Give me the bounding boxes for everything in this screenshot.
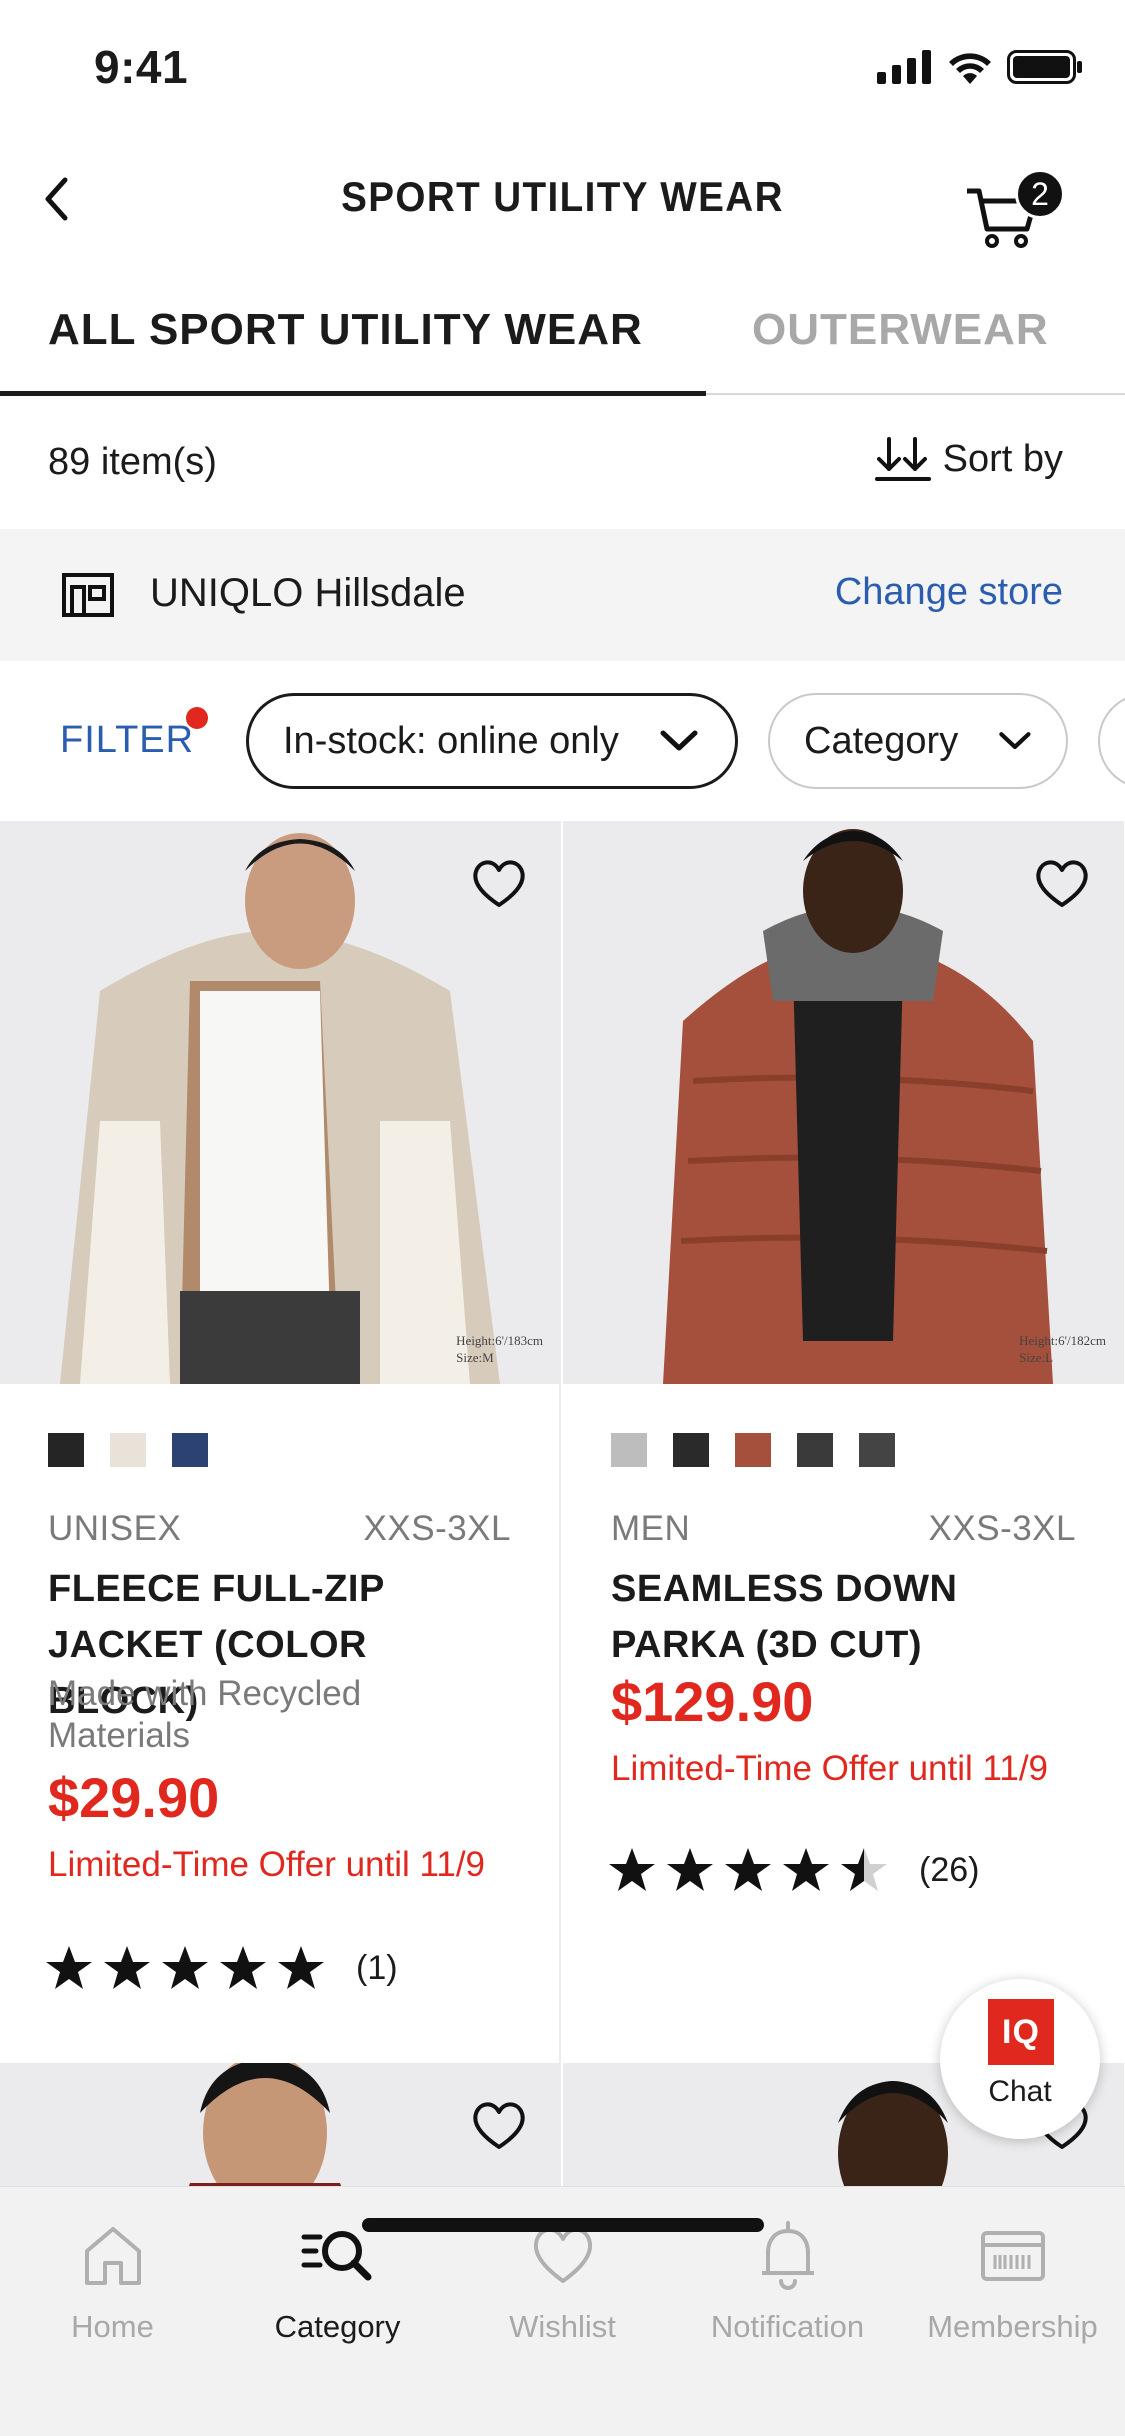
header: SPORT UTILITY WEAR 2 <box>0 135 1125 265</box>
product-note: Made with Recycled Materials <box>48 1674 362 1755</box>
sort-icon <box>874 437 931 481</box>
chevron-down-icon <box>660 730 698 751</box>
star-icon <box>104 1946 150 1989</box>
color-swatch[interactable] <box>673 1433 709 1467</box>
chat-button[interactable]: IQ Chat <box>940 1979 1100 2139</box>
signal-icon <box>877 50 931 84</box>
chat-label: Chat <box>988 2075 1052 2108</box>
model-info: Height:6'/182cm Size:L <box>1019 1333 1106 1365</box>
wishlist-button[interactable] <box>1030 851 1094 915</box>
store-bar: UNIQLO Hillsdale Change store <box>0 529 1125 661</box>
cart-count-badge: 2 <box>1015 169 1065 219</box>
limited-offer-text: Limited-Time Offer until 11/9 <box>611 1749 1049 1788</box>
limited-offer-text: Limited-Time Offer until 11/9 <box>48 1845 486 1884</box>
star-icon <box>46 1946 92 1989</box>
product-price: $29.90 <box>48 1766 220 1829</box>
membership-card-icon <box>980 2231 1045 2281</box>
product-card[interactable]: Height:6'/182cm Size:L MEN XXS-3XL SEAML… <box>563 821 1124 2063</box>
color-swatch[interactable] <box>110 1433 146 1467</box>
status-time: 9:41 <box>94 41 189 93</box>
results-toolbar: 89 item(s) Sort by <box>0 397 1125 529</box>
store-icon <box>62 573 114 617</box>
nav-label: Category <box>274 2309 401 2344</box>
product-name[interactable]: SEAMLESS DOWN PARKA (3D CUT) <box>611 1561 1091 1673</box>
star-icon <box>609 1848 655 1891</box>
product-size-range: XXS-3XL <box>928 1509 1076 1548</box>
heart-icon <box>473 2102 525 2149</box>
wishlist-button[interactable] <box>467 2093 531 2157</box>
product-grid: Height:6'/183cm Size:M UNISEX XXS-3XL FL… <box>0 821 1125 2191</box>
category-tabs: ALL SPORT UTILITY WEAR OUTERWEAR <box>0 285 1125 396</box>
review-count: (1) <box>356 1948 398 1987</box>
star-rating: (26) <box>607 1845 979 1895</box>
half-star-icon <box>841 1848 887 1891</box>
wishlist-button[interactable] <box>467 851 531 915</box>
color-swatches <box>611 1433 895 1467</box>
category-filter-chip[interactable]: Category <box>768 693 1068 789</box>
color-swatch[interactable] <box>48 1433 84 1467</box>
product-image[interactable]: Height:6'/182cm Size:L <box>563 821 1124 1384</box>
product-card[interactable]: Height:6'/183cm Size:M UNISEX XXS-3XL FL… <box>0 821 561 2063</box>
chip-label: Category <box>804 719 959 762</box>
chevron-down-icon <box>999 732 1031 750</box>
product-gender: MEN <box>611 1509 691 1548</box>
model-info: Height:6'/183cm Size:M <box>456 1333 543 1365</box>
star-icon <box>162 1946 208 1989</box>
chip-label: In-stock: online only <box>283 719 619 762</box>
page-title: SPORT UTILITY WEAR <box>341 173 784 220</box>
filter-row: FILTER In-stock: online only Category <box>0 661 1125 821</box>
home-icon <box>84 2227 141 2285</box>
product-size-range: XXS-3XL <box>363 1509 511 1548</box>
sort-label: Sort by <box>942 437 1063 480</box>
active-tab-indicator <box>0 391 706 396</box>
nav-label: Home <box>71 2309 154 2344</box>
color-swatch[interactable] <box>611 1433 647 1467</box>
color-swatch[interactable] <box>172 1433 208 1467</box>
item-count: 89 item(s) <box>48 441 217 483</box>
color-swatch[interactable] <box>859 1433 895 1467</box>
home-indicator-bar[interactable] <box>362 2218 764 2232</box>
status-bar: 9:41 <box>0 0 1125 135</box>
star-icon <box>220 1946 266 1989</box>
product-image[interactable]: Height:6'/183cm Size:M <box>0 821 561 1384</box>
nav-membership[interactable]: Membership <box>900 2215 1125 2345</box>
product-gender: UNISEX <box>48 1509 182 1548</box>
wifi-icon <box>949 53 991 84</box>
filter-button[interactable]: FILTER <box>60 719 194 762</box>
color-swatches <box>48 1433 208 1467</box>
store-name: UNIQLO Hillsdale <box>150 571 466 615</box>
cart-button[interactable]: 2 <box>955 157 1065 257</box>
instock-filter-chip[interactable]: In-stock: online only <box>246 693 738 789</box>
nav-label: Notification <box>710 2309 865 2344</box>
color-swatch[interactable] <box>735 1433 771 1467</box>
heart-icon <box>1036 860 1088 907</box>
star-rating: (1) <box>44 1943 398 1993</box>
tab-all-sport-utility-wear[interactable]: ALL SPORT UTILITY WEAR <box>48 305 643 355</box>
sort-button[interactable]: Sort by <box>874 435 1063 483</box>
change-store-link[interactable]: Change store <box>835 571 1063 614</box>
more-filter-chip[interactable] <box>1098 693 1125 789</box>
nav-label: Wishlist <box>509 2309 616 2344</box>
star-icon <box>783 1848 829 1891</box>
nav-home[interactable]: Home <box>0 2215 225 2345</box>
iq-logo-icon: IQ <box>988 1999 1054 2065</box>
nav-label: Membership <box>927 2309 1098 2344</box>
nav-wishlist[interactable]: Wishlist <box>450 2215 675 2345</box>
nav-category[interactable]: Category <box>225 2215 450 2345</box>
heart-icon <box>473 860 525 907</box>
product-price: $129.90 <box>611 1670 814 1733</box>
color-swatch[interactable] <box>797 1433 833 1467</box>
nav-notification[interactable]: Notification <box>675 2215 900 2345</box>
status-icons <box>877 50 1083 84</box>
star-icon <box>725 1848 771 1891</box>
review-count: (26) <box>919 1850 980 1889</box>
battery-icon <box>1007 50 1082 84</box>
tab-outerwear[interactable]: OUTERWEAR <box>752 305 1049 355</box>
star-icon <box>278 1946 324 1989</box>
filter-active-dot <box>186 707 208 729</box>
product-card-partial[interactable] <box>0 2063 561 2191</box>
star-icon <box>667 1848 713 1891</box>
